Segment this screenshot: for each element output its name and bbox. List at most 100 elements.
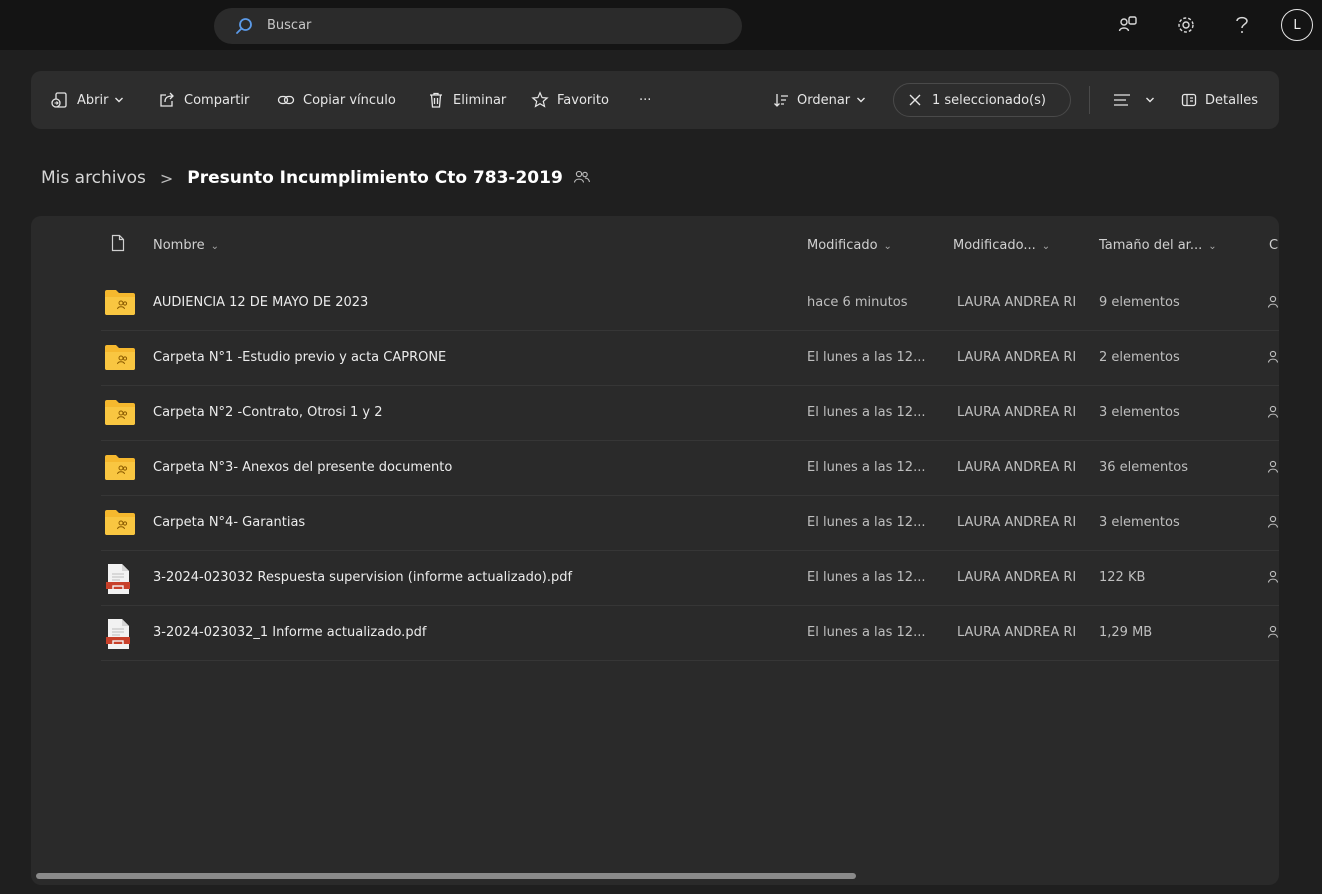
file-size: 1,29 MB — [1099, 625, 1153, 640]
shared-status-icon — [1267, 460, 1279, 478]
file-modified-by: LAURA ANDREA RI — [957, 405, 1077, 420]
breadcrumb-root[interactable]: Mis archivos — [41, 168, 146, 188]
share-button[interactable]: Compartir — [158, 71, 249, 129]
link-icon — [277, 95, 295, 105]
view-options-button[interactable] — [1113, 71, 1155, 129]
open-button[interactable]: Abrir — [51, 71, 124, 129]
horizontal-scrollbar[interactable] — [36, 873, 856, 879]
file-size: 3 elementos — [1099, 405, 1180, 420]
chevron-down-icon: ⌄ — [210, 241, 220, 252]
sort-icon — [774, 94, 788, 107]
chevron-down-icon — [857, 97, 866, 103]
column-header-size[interactable]: Tamaño del ar... ⌄ — [1099, 238, 1217, 253]
chevron-down-icon: ⌄ — [883, 241, 892, 252]
table-row[interactable]: 3-2024-023032 Respuesta supervision (inf… — [101, 551, 1279, 606]
gear-icon[interactable] — [1175, 14, 1197, 36]
column-header-name[interactable]: Nombre ⌄ — [153, 238, 219, 253]
file-modified: El lunes a las 12... — [807, 350, 926, 365]
file-size: 122 KB — [1099, 570, 1146, 585]
file-name[interactable]: 3-2024-023032_1 Informe actualizado.pdf — [153, 625, 793, 640]
pdf-file-icon — [104, 563, 132, 599]
top-bar: Buscar L — [0, 0, 1322, 50]
file-size: 3 elementos — [1099, 515, 1180, 530]
toolbar-divider — [1089, 86, 1090, 114]
delete-button[interactable]: Eliminar — [427, 71, 506, 129]
copy-link-button[interactable]: Copiar vínculo — [277, 71, 396, 129]
file-name[interactable]: 3-2024-023032 Respuesta supervision (inf… — [153, 570, 793, 585]
file-modified: El lunes a las 12... — [807, 405, 926, 420]
command-bar: Abrir Compartir Copiar vínculo Eliminar … — [31, 71, 1279, 129]
shared-status-icon — [1267, 405, 1279, 423]
sort-button[interactable]: Ordenar — [773, 71, 866, 129]
sort-label: Ordenar — [797, 92, 851, 108]
shared-folder-icon — [104, 508, 136, 540]
favorite-label: Favorito — [557, 92, 609, 108]
details-pane-icon — [1181, 93, 1197, 107]
file-modified: El lunes a las 12... — [807, 460, 926, 475]
breadcrumb-separator: > — [159, 168, 174, 188]
file-modified-by: LAURA ANDREA RI — [957, 515, 1077, 530]
open-icon — [51, 92, 67, 108]
search-box[interactable]: Buscar — [214, 8, 742, 44]
table-row[interactable]: 3-2024-023032_1 Informe actualizado.pdf E… — [101, 606, 1279, 661]
shared-status-icon — [1267, 625, 1279, 643]
share-label: Compartir — [184, 92, 250, 108]
column-header-modified[interactable]: Modificado ⌄ — [807, 238, 892, 253]
table-row[interactable]: Carpeta N°1 -Estudio previo y acta CAPRO… — [101, 331, 1279, 386]
shared-status-icon — [1267, 350, 1279, 368]
chevron-down-icon — [1146, 97, 1154, 103]
file-name[interactable]: Carpeta N°2 -Contrato, Otrosi 1 y 2 — [153, 405, 793, 420]
favorite-button[interactable]: Favorito — [531, 71, 609, 129]
file-name[interactable]: Carpeta N°3- Anexos del presente documen… — [153, 460, 793, 475]
avatar[interactable]: L — [1281, 9, 1313, 41]
list-view-icon — [1114, 94, 1130, 106]
file-list-header: Nombre ⌄ Modificado ⌄ Modificado... ⌄ Tamañ… — [31, 216, 1279, 276]
shared-people-icon[interactable] — [573, 169, 591, 188]
file-modified: El lunes a las 12... — [807, 570, 926, 585]
trash-icon — [430, 92, 442, 108]
more-button[interactable]: ··· — [639, 71, 651, 129]
pdf-file-icon — [104, 618, 132, 654]
shared-status-icon — [1267, 570, 1279, 588]
more-icon: ··· — [639, 92, 652, 108]
help-icon[interactable] — [1231, 14, 1253, 36]
shared-status-icon — [1267, 295, 1279, 313]
star-icon — [531, 91, 549, 108]
chevron-down-icon: ⌄ — [1041, 241, 1051, 252]
file-modified: El lunes a las 12... — [807, 515, 926, 530]
file-name[interactable]: Carpeta N°1 -Estudio previo y acta CAPRO… — [153, 350, 793, 365]
details-label: Detalles — [1205, 92, 1259, 108]
copy-link-label: Copiar vínculo — [303, 92, 396, 108]
file-modified-by: LAURA ANDREA RI — [957, 295, 1077, 310]
column-header-modified-by[interactable]: Modificado... ⌄ — [953, 238, 1050, 253]
file-name[interactable]: Carpeta N°4- Garantias — [153, 515, 793, 530]
file-modified: hace 6 minutos — [807, 295, 908, 310]
file-name[interactable]: AUDIENCIA 12 DE MAYO DE 2023 — [153, 295, 793, 310]
breadcrumb: Mis archivos > Presunto Incumplimiento C… — [41, 166, 591, 190]
shared-folder-icon — [104, 453, 136, 485]
file-size: 2 elementos — [1099, 350, 1180, 365]
file-modified-by: LAURA ANDREA RI — [957, 570, 1077, 585]
share-network-icon[interactable] — [1117, 14, 1139, 36]
file-type-icon[interactable] — [111, 234, 125, 256]
table-row[interactable]: Carpeta N°2 -Contrato, Otrosi 1 y 2 El lu… — [101, 386, 1279, 441]
details-button[interactable]: Detalles — [1181, 71, 1258, 129]
open-label: Abrir — [77, 92, 109, 108]
file-modified-by: LAURA ANDREA RI — [957, 350, 1077, 365]
table-row[interactable]: Carpeta N°4- Garantias El lunes a las 12.… — [101, 496, 1279, 551]
file-size: 36 elementos — [1099, 460, 1189, 475]
share-icon — [160, 92, 174, 107]
table-row[interactable]: AUDIENCIA 12 DE MAYO DE 2023 hace 6 minut… — [101, 276, 1279, 331]
file-list-panel: Nombre ⌄ Modificado ⌄ Modificado... ⌄ Tamañ… — [31, 216, 1279, 885]
close-icon[interactable] — [908, 93, 922, 107]
file-modified-by: LAURA ANDREA RI — [957, 460, 1077, 475]
table-row[interactable]: Carpeta N°3- Anexos del presente documen… — [101, 441, 1279, 496]
column-header-sharing[interactable]: C — [1269, 238, 1278, 253]
file-size: 9 elementos — [1099, 295, 1180, 310]
selection-pill[interactable]: 1 seleccionado(s) — [893, 83, 1071, 117]
search-icon — [234, 16, 254, 40]
page-title: Presunto Incumplimiento Cto 783-2019 — [187, 168, 563, 188]
search-input[interactable]: Buscar — [267, 18, 311, 33]
chevron-down-icon — [115, 97, 124, 103]
shared-folder-icon — [104, 288, 136, 320]
